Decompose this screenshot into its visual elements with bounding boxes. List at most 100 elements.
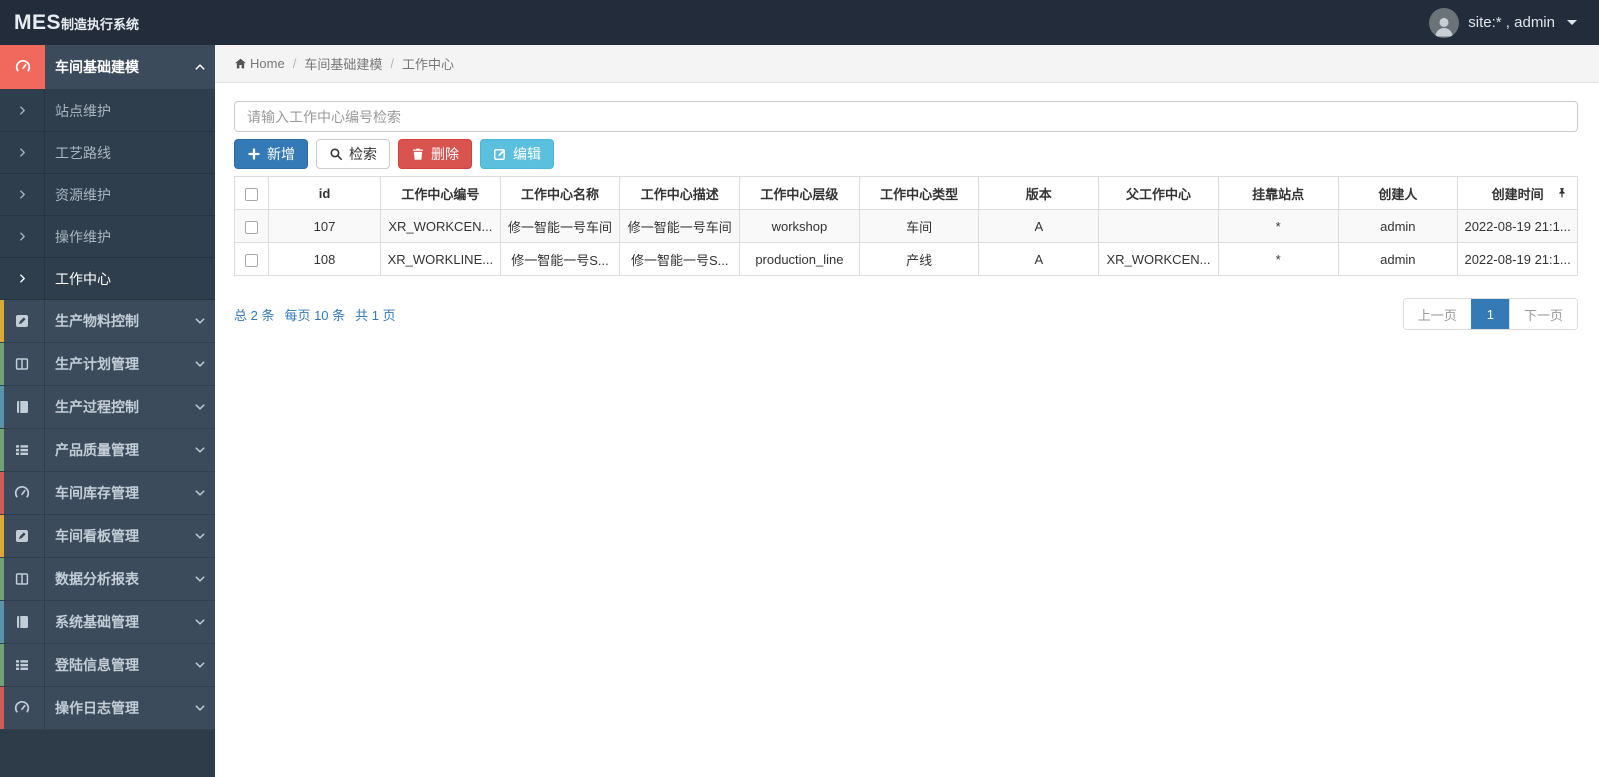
sidebar-item-workshop-modeling[interactable]: 车间基础建模 — [0, 45, 215, 90]
edit-button[interactable]: 编辑 — [480, 139, 554, 169]
columns-icon — [0, 558, 45, 600]
column-header[interactable]: 版本 — [978, 176, 1100, 210]
breadcrumb: Home / 车间基础建模 / 工作中心 — [215, 45, 1599, 83]
cell-version: A — [978, 209, 1100, 243]
row-checkbox[interactable] — [245, 253, 258, 267]
breadcrumb-home[interactable]: Home — [250, 56, 285, 71]
sidebar-item-site-maintenance[interactable]: 站点维护 — [0, 90, 215, 132]
book-icon — [0, 601, 45, 643]
select-all-checkbox[interactable] — [245, 187, 258, 201]
cell-name: 修一智能一号S... — [499, 242, 621, 276]
plus-icon — [247, 147, 261, 161]
sidebar-item-label: 登陆信息管理 — [55, 657, 139, 673]
sidebar-item-process-route[interactable]: 工艺路线 — [0, 132, 215, 174]
column-header[interactable]: 创建时间 — [1457, 176, 1578, 210]
pencil-square-icon — [0, 515, 45, 557]
sidebar-item-material-control[interactable]: 生产物料控制 — [0, 300, 215, 343]
list-icon — [0, 429, 45, 471]
sidebar-item-label: 系统基础管理 — [55, 614, 139, 630]
column-header[interactable]: 工作中心描述 — [619, 176, 741, 210]
row-checkbox[interactable] — [245, 220, 258, 234]
trash-icon — [411, 147, 425, 161]
page-1-button[interactable]: 1 — [1470, 299, 1509, 329]
main-content: Home / 车间基础建模 / 工作中心 新增 检索 — [215, 45, 1599, 777]
sidebar: 车间基础建模 站点维护 工艺路线 资源维护 操作维护 工作中心 生产物料控制 生… — [0, 45, 215, 777]
total-count: 总 2 条 — [234, 307, 275, 323]
app-window: MES 制造执行系统 site:* , admin 车间基础建模 站点维护 工艺… — [0, 0, 1599, 777]
user-label: site:* , admin — [1468, 14, 1555, 31]
table-header-row: id 工作中心编号 工作中心名称 工作中心描述 工作中心层级 工作中心类型 版本… — [234, 176, 1578, 210]
per-page-count: 每页 10 条 — [284, 307, 346, 323]
next-page-button[interactable]: 下一页 — [1508, 299, 1577, 329]
sidebar-item-work-center[interactable]: 工作中心 — [0, 258, 215, 300]
topbar: MES 制造执行系统 site:* , admin — [0, 0, 1599, 45]
cell-created-time: 2022-08-19 21:1... — [1457, 242, 1578, 276]
sidebar-item-login-info-management[interactable]: 登陆信息管理 — [0, 644, 215, 687]
sidebar-item-analytics-reports[interactable]: 数据分析报表 — [0, 558, 215, 601]
column-header[interactable]: 工作中心层级 — [739, 176, 860, 210]
table-row[interactable]: 108 XR_WORKLINE... 修一智能一号S... 修一智能一号S...… — [234, 242, 1578, 276]
cell-site: * — [1217, 209, 1339, 243]
strip — [0, 515, 4, 557]
cell-type: 产线 — [858, 242, 980, 276]
sidebar-item-quality-management[interactable]: 产品质量管理 — [0, 429, 215, 472]
app-logo[interactable]: MES 制造执行系统 — [0, 11, 215, 35]
chevron-down-icon — [185, 487, 215, 499]
sidebar-item-process-control[interactable]: 生产过程控制 — [0, 386, 215, 429]
sidebar-item-label: 站点维护 — [55, 102, 111, 119]
column-header[interactable]: 创建人 — [1337, 176, 1459, 210]
breadcrumb-item[interactable]: 车间基础建模 — [304, 54, 382, 73]
user-icon — [1432, 14, 1456, 38]
sidebar-item-label: 生产物料控制 — [55, 313, 139, 329]
delete-button[interactable]: 删除 — [398, 139, 472, 169]
search-input[interactable] — [234, 101, 1578, 132]
cell-description: 修一智能一号车间 — [619, 209, 741, 243]
sidebar-item-label: 操作维护 — [55, 228, 111, 245]
breadcrumb-item-current: 工作中心 — [401, 57, 454, 72]
sidebar-item-label: 数据分析报表 — [55, 571, 139, 587]
cell-code: XR_WORKLINE... — [380, 242, 501, 276]
sidebar-item-label: 资源维护 — [55, 186, 111, 203]
column-header[interactable]: 父工作中心 — [1098, 176, 1219, 210]
chevron-down-icon — [185, 444, 215, 456]
table-footer: 总 2 条 每页 10 条 共 1 页 上一页 1 下一页 — [234, 298, 1578, 330]
sidebar-item-inventory-management[interactable]: 车间库存管理 — [0, 472, 215, 515]
strip — [0, 386, 4, 428]
sidebar-item-operation-maintenance[interactable]: 操作维护 — [0, 216, 215, 258]
column-header[interactable]: id — [268, 176, 381, 210]
strip — [0, 429, 4, 471]
sidebar-item-label: 工作中心 — [55, 270, 111, 287]
column-header[interactable]: 工作中心类型 — [858, 176, 980, 210]
sidebar-item-plan-management[interactable]: 生产计划管理 — [0, 343, 215, 386]
sidebar-item-kanban-management[interactable]: 车间看板管理 — [0, 515, 215, 558]
columns-icon — [0, 343, 45, 385]
chevron-up-icon — [185, 61, 215, 73]
pin-icon[interactable] — [1556, 187, 1568, 199]
chevron-right-icon — [0, 258, 45, 299]
chevron-down-icon — [185, 702, 215, 714]
column-header[interactable]: 工作中心编号 — [380, 176, 501, 210]
breadcrumb-separator: / — [390, 56, 394, 71]
search-button[interactable]: 检索 — [316, 139, 390, 169]
cell-creator: admin — [1337, 242, 1459, 276]
table-row[interactable]: 107 XR_WORKCEN... 修一智能一号车间 修一智能一号车间 work… — [234, 209, 1578, 243]
sidebar-item-label: 工艺路线 — [55, 144, 111, 161]
user-menu[interactable]: site:* , admin — [1429, 7, 1599, 38]
column-header[interactable]: 挂靠站点 — [1217, 176, 1339, 210]
cell-parent: XR_WORKCEN... — [1098, 242, 1219, 276]
sidebar-item-resource-maintenance[interactable]: 资源维护 — [0, 174, 215, 216]
column-header[interactable]: 工作中心名称 — [499, 176, 621, 210]
chevron-down-icon — [185, 401, 215, 413]
prev-page-button[interactable]: 上一页 — [1403, 299, 1471, 329]
sidebar-item-system-management[interactable]: 系统基础管理 — [0, 601, 215, 644]
strip — [0, 558, 4, 600]
add-button[interactable]: 新增 — [234, 139, 308, 169]
chevron-down-icon — [185, 315, 215, 327]
sidebar-item-operation-log-management[interactable]: 操作日志管理 — [0, 687, 215, 730]
cell-parent — [1098, 209, 1219, 243]
caret-down-icon — [1567, 20, 1577, 25]
edit-icon — [493, 147, 507, 161]
search-icon — [329, 147, 343, 161]
gauge-icon — [0, 472, 45, 514]
breadcrumb-separator: / — [292, 56, 297, 71]
